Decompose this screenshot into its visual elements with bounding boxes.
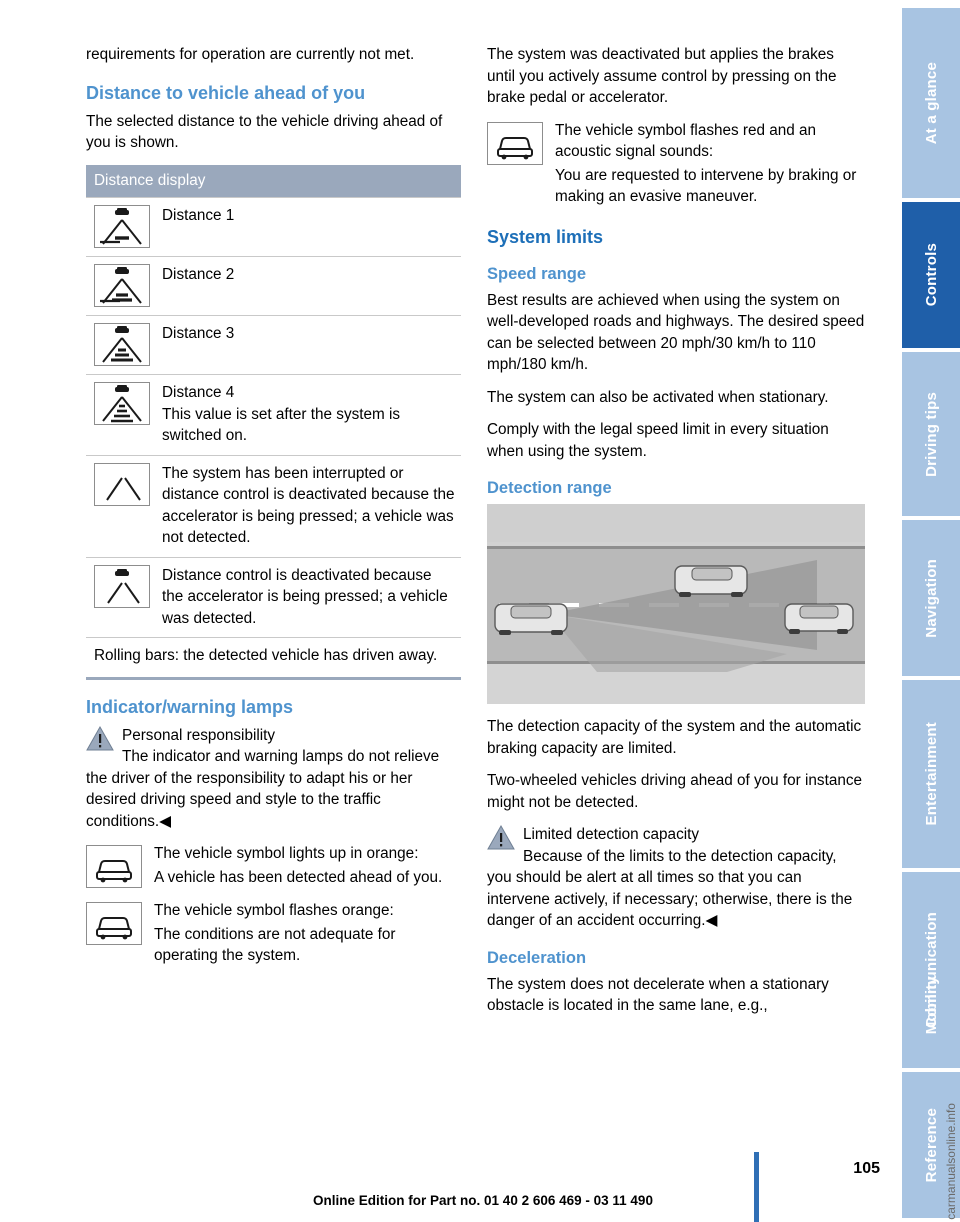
detection-paragraph: Two-wheeled vehicles driving ahead of yo… — [487, 772, 862, 811]
table-cell-text: Distance 4 — [162, 384, 235, 401]
distance-4-icon — [94, 382, 150, 425]
red-flash-line: You are requested to intervene by brakin… — [555, 166, 857, 206]
table-cell-text: Distance 2 — [158, 256, 461, 316]
detection-range-diagram — [487, 504, 865, 704]
deactivated-detected-icon — [94, 564, 150, 608]
intro-paragraph: requirements for operation are currently… — [86, 46, 415, 63]
table-cell-text: Distance control is deactivated because … — [158, 557, 461, 638]
table-cell-text: Distance 1 — [158, 197, 461, 257]
rail-tab-label: Controls — [922, 243, 940, 307]
footer-accent-bar — [754, 1152, 759, 1222]
table-row: Rolling bars: the detected vehicle has d… — [86, 638, 461, 675]
right-column: The system was deactivated but applies t… — [487, 44, 865, 1028]
rail-tab-label: At a glance — [922, 61, 940, 145]
distance-3-icon — [94, 323, 150, 366]
rail-tab-mobility[interactable]: Mobility — [902, 940, 960, 1070]
distance-intro-paragraph: The selected distance to the vehicle dri… — [86, 112, 443, 152]
warning-title: Personal responsibility — [122, 726, 276, 744]
watermark: carmanualsonline.info — [944, 1103, 958, 1220]
vehicle-symbol-orange-item: The vehicle symbol lights up in orange: … — [86, 843, 461, 888]
rail-tab-label: Navigation — [922, 558, 940, 638]
table-footnote: Rolling bars: the detected vehicle has d… — [94, 647, 438, 664]
personal-responsibility-warning: Personal responsibility The indicator an… — [86, 725, 461, 833]
rail-tab-at-a-glance[interactable]: At a glance — [902, 8, 960, 198]
distance-2-icon — [94, 264, 150, 307]
rail-tab-entertainment[interactable]: Entertainment — [902, 680, 960, 868]
section-tab-rail: At a glance Controls Driving tips Naviga… — [902, 0, 960, 1222]
limited-detection-warning: Limited detection capacity Because of th… — [487, 824, 865, 932]
detection-paragraph: The detection capacity of the system and… — [487, 718, 862, 757]
table-row: Distance 2 — [86, 256, 461, 316]
lamp-text-line: The conditions are not adequate for oper… — [154, 925, 396, 965]
warning-triangle-icon — [487, 825, 515, 850]
table-bottom-rule — [86, 676, 461, 680]
table-header-label: Distance display — [86, 164, 461, 198]
distance-display-table: Distance display Distance 1 Distance 2 D… — [86, 164, 461, 675]
vehicle-symbol-orange-icon — [86, 845, 142, 888]
warning-triangle-icon — [86, 725, 114, 750]
heading-indicator-warning-lamps: Indicator/warning lamps — [86, 696, 294, 717]
table-row: The system has been interrupted or dista… — [86, 455, 461, 558]
icon-cell — [86, 557, 158, 638]
table-row: Distance 4 This value is set after the s… — [86, 374, 461, 456]
distance-1-icon — [94, 205, 150, 248]
red-flash-line: The vehicle symbol flashes red and an ac… — [555, 121, 817, 161]
table-cell-text: Distance 3 — [158, 315, 461, 375]
heading-distance-to-vehicle: Distance to vehicle ahead of you — [86, 82, 366, 103]
heading-system-limits: System limits — [487, 226, 604, 247]
right-intro-paragraph: The system was deactivated but applies t… — [487, 46, 837, 106]
rail-tab-label: Mobility — [922, 975, 940, 1035]
vehicle-symbol-red-item: The vehicle symbol flashes red and an ac… — [487, 120, 865, 208]
page-number: 105 — [853, 1160, 880, 1177]
heading-speed-range: Speed range — [487, 264, 587, 283]
speed-paragraph: Comply with the legal speed limit in eve… — [487, 421, 829, 460]
speed-paragraph: Best results are achieved when using the… — [487, 291, 865, 374]
speed-paragraph: The system can also be activated when st… — [487, 388, 829, 406]
icon-cell — [86, 374, 158, 456]
vehicle-symbol-flash-orange-item: The vehicle symbol flashes orange: The c… — [86, 900, 461, 967]
lamp-text-line: A vehicle has been detected ahead of you… — [154, 868, 443, 886]
icon-cell — [86, 197, 158, 257]
rail-tab-navigation[interactable]: Navigation — [902, 520, 960, 676]
table-cell-subtext: This value is set after the system is sw… — [162, 405, 401, 445]
icon-cell — [86, 455, 158, 558]
table-row: Distance control is deactivated because … — [86, 557, 461, 638]
icon-cell — [86, 315, 158, 375]
vehicle-symbol-red-icon — [487, 121, 543, 165]
lamp-text-line: The vehicle symbol flashes orange: — [154, 902, 394, 919]
rail-tab-driving-tips[interactable]: Driving tips — [902, 352, 960, 516]
table-cell-text-group: Distance 4 This value is set after the s… — [158, 374, 461, 456]
rail-tab-label: Reference — [922, 1107, 940, 1183]
heading-deceleration: Deceleration — [487, 948, 587, 967]
heading-detection-range: Detection range — [487, 479, 612, 497]
table-row: Distance 3 — [86, 315, 461, 375]
manual-page: At a glance Controls Driving tips Naviga… — [0, 0, 960, 1222]
lamp-text-line: The vehicle symbol lights up in orange: — [154, 845, 419, 862]
vehicle-symbol-flash-orange-icon — [86, 902, 142, 945]
warning-title: Limited detection capacity — [523, 826, 700, 843]
left-column: requirements for operation are currently… — [86, 44, 461, 979]
warning-body: The indicator and warning lamps do not r… — [86, 748, 440, 830]
deceleration-paragraph: The system does not decelerate when a st… — [487, 975, 829, 1015]
table-cell-text: The system has been interrupted or dista… — [158, 455, 461, 558]
rail-tab-label: Entertainment — [922, 722, 940, 826]
icon-cell — [86, 256, 158, 316]
rail-tab-label: Driving tips — [922, 391, 940, 477]
footer-edition-note: Online Edition for Part no. 01 40 2 606 … — [313, 1193, 653, 1208]
table-header-row: Distance display — [86, 164, 461, 198]
interrupted-icon — [94, 462, 150, 506]
warning-body: Because of the limits to the detection c… — [487, 847, 853, 930]
rail-tab-controls[interactable]: Controls — [902, 202, 960, 348]
table-row: Distance 1 — [86, 197, 461, 257]
